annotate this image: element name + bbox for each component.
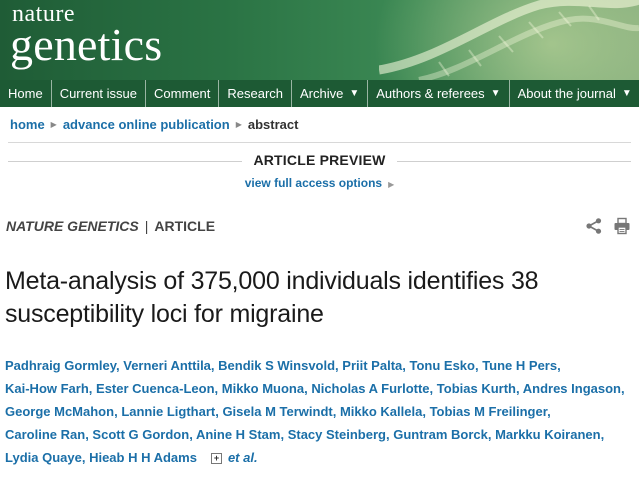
main-nav: Home Current issue Comment Research Arch… xyxy=(0,80,639,107)
nav-current-issue[interactable]: Current issue xyxy=(52,80,146,107)
author-link[interactable]: Guntram Borck xyxy=(393,427,488,442)
dna-helix-graphic xyxy=(379,0,639,80)
arrow-right-icon: ▶ xyxy=(388,180,395,189)
nav-comment[interactable]: Comment xyxy=(146,80,220,107)
nav-research[interactable]: Research xyxy=(219,80,292,107)
share-icon[interactable] xyxy=(585,217,603,235)
author-link[interactable]: Bendik S Winsvold xyxy=(218,358,335,373)
author-link[interactable]: Ester Cuenca-Leon xyxy=(96,381,214,396)
access-options-row: view full access options ▶ xyxy=(0,176,639,190)
author-link[interactable]: Nicholas A Furlotte xyxy=(311,381,429,396)
nav-about-journal[interactable]: About the journal ▼ xyxy=(510,80,639,107)
author-link[interactable]: Kai-How Farh xyxy=(5,381,89,396)
breadcrumb: home ▶ advance online publication ▶ abst… xyxy=(10,117,298,132)
breadcrumb-arrow-icon: ▶ xyxy=(235,120,242,129)
et-al-link[interactable]: et al. xyxy=(228,450,258,465)
breadcrumb-aop-link[interactable]: advance online publication xyxy=(63,117,230,132)
author-link[interactable]: Lydia Quaye xyxy=(5,450,82,465)
print-icon[interactable] xyxy=(613,217,631,235)
author-link[interactable]: Caroline Ran xyxy=(5,427,85,442)
author-link[interactable]: Anine H Stam xyxy=(196,427,281,442)
nav-home-label: Home xyxy=(8,86,43,101)
author-link[interactable]: Lannie Ligthart xyxy=(121,404,215,419)
author-list: Padhraig Gormley, Verneri Anttila, Bendi… xyxy=(5,358,625,465)
nav-comment-label: Comment xyxy=(154,86,211,101)
journal-separator: | xyxy=(144,218,149,234)
author-link[interactable]: Mikko Kallela xyxy=(340,404,422,419)
journal-line: NATURE GENETICS | ARTICLE xyxy=(6,218,215,234)
author-link[interactable]: Tune H Pers xyxy=(482,358,557,373)
nav-archive[interactable]: Archive ▼ xyxy=(292,80,369,107)
view-access-options-link[interactable]: view full access options xyxy=(245,176,382,190)
nav-current-issue-label: Current issue xyxy=(59,86,137,101)
author-link[interactable]: Markku Koiranen xyxy=(495,427,600,442)
author-link[interactable]: Scott G Gordon xyxy=(92,427,189,442)
author-link[interactable]: Verneri Anttila xyxy=(123,358,211,373)
breadcrumb-home-link[interactable]: home xyxy=(10,117,45,132)
logo-genetics-text[interactable]: genetics xyxy=(10,21,162,69)
masthead: nature genetics xyxy=(0,0,639,80)
nav-archive-label: Archive xyxy=(300,86,344,101)
author-link[interactable]: George McMahon xyxy=(5,404,114,419)
nav-research-label: Research xyxy=(227,86,283,101)
article-type: ARTICLE xyxy=(154,218,216,234)
article-title: Meta-analysis of 375,000 individuals ide… xyxy=(5,267,539,328)
divider xyxy=(8,142,631,143)
chevron-down-icon: ▼ xyxy=(621,88,632,99)
author-link[interactable]: Tonu Esko xyxy=(409,358,474,373)
author-link[interactable]: Mikko Muona xyxy=(222,381,304,396)
author-link[interactable]: Gisela M Terwindt xyxy=(222,404,332,419)
author-link[interactable]: Priit Palta xyxy=(342,358,402,373)
author-link[interactable]: Tobias Kurth xyxy=(437,381,516,396)
nav-home[interactable]: Home xyxy=(0,80,52,107)
nav-about-journal-label: About the journal xyxy=(517,86,616,101)
breadcrumb-current: abstract xyxy=(247,117,299,132)
nav-authors-referees-label: Authors & referees xyxy=(376,86,485,101)
author-link[interactable]: Stacy Steinberg xyxy=(288,427,386,442)
nav-authors-referees[interactable]: Authors & referees ▼ xyxy=(368,80,510,107)
author-link[interactable]: Andres Ingason xyxy=(523,381,621,396)
breadcrumb-arrow-icon: ▶ xyxy=(50,120,57,129)
author-link[interactable]: Padhraig Gormley xyxy=(5,358,116,373)
author-link[interactable]: Tobias M Freilinger xyxy=(430,404,548,419)
journal-name: NATURE GENETICS xyxy=(6,218,139,234)
expand-authors-button[interactable]: + xyxy=(210,453,222,464)
author-link[interactable]: Hieab H H Adams xyxy=(89,450,197,465)
article-preview-heading: ARTICLE PREVIEW xyxy=(253,152,386,168)
chevron-down-icon: ▼ xyxy=(490,88,501,99)
chevron-down-icon: ▼ xyxy=(349,88,360,99)
